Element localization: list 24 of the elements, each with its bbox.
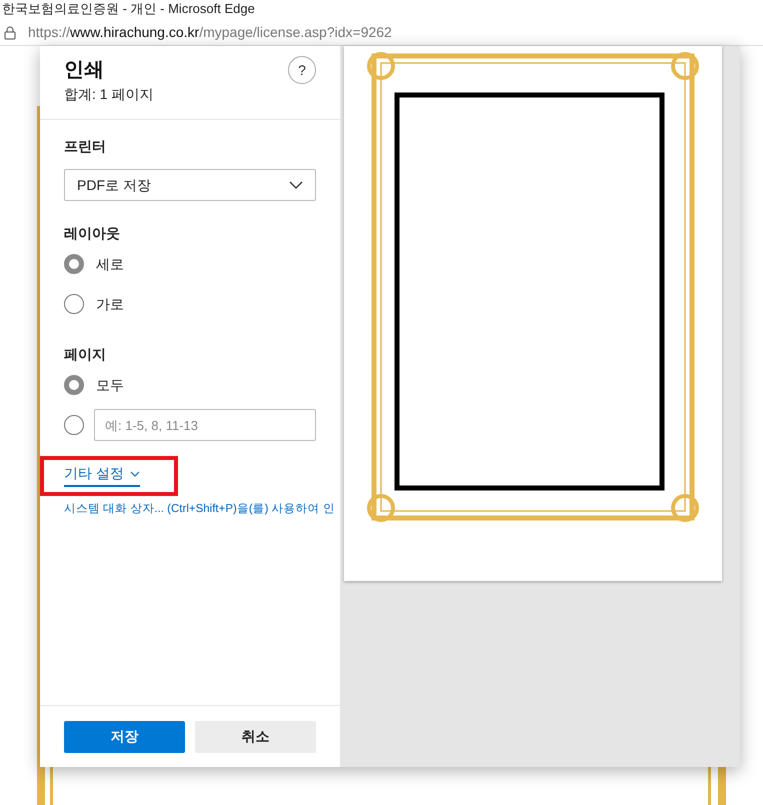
pages-label: 페이지 <box>64 345 107 364</box>
radio-label: 가로 <box>96 294 124 314</box>
layout-label: 레이아웃 <box>64 224 121 243</box>
radio-label: 모두 <box>96 376 124 394</box>
more-settings-link[interactable]: 기타 설정 <box>64 463 140 487</box>
save-button[interactable]: 저장 <box>64 720 185 752</box>
chevron-down-icon <box>289 181 303 189</box>
cancel-button[interactable]: 취소 <box>195 720 316 752</box>
radio-button[interactable] <box>64 294 84 314</box>
radio-button[interactable] <box>64 375 84 395</box>
address-url[interactable]: https://www.hirachung.co.kr/mypage/license.asp?idx=9262 <box>28 22 392 43</box>
printer-label: 프린터 <box>64 137 107 156</box>
radio-button[interactable] <box>64 254 84 274</box>
chevron-down-icon <box>130 470 140 476</box>
radio-label: 세로 <box>96 254 124 274</box>
dialog-title: 인쇄 <box>64 58 105 83</box>
window-title: 한국보험의료인증원 - 개인 - Microsoft Edge <box>2 0 255 18</box>
page-range-field[interactable]: 예: 1-5, 8, 11-13 <box>94 409 316 441</box>
page-count: 합계: 1 페이지 <box>64 85 154 104</box>
lock-icon <box>4 26 16 40</box>
radio-button[interactable] <box>64 415 84 435</box>
help-button[interactable]: ? <box>288 56 316 84</box>
printer-select[interactable]: PDF로 저장 <box>64 169 316 201</box>
system-dialog-link[interactable]: 시스템 대화 상자... (Ctrl+Shift+P)을(를) 사용하여 인 <box>64 501 335 517</box>
